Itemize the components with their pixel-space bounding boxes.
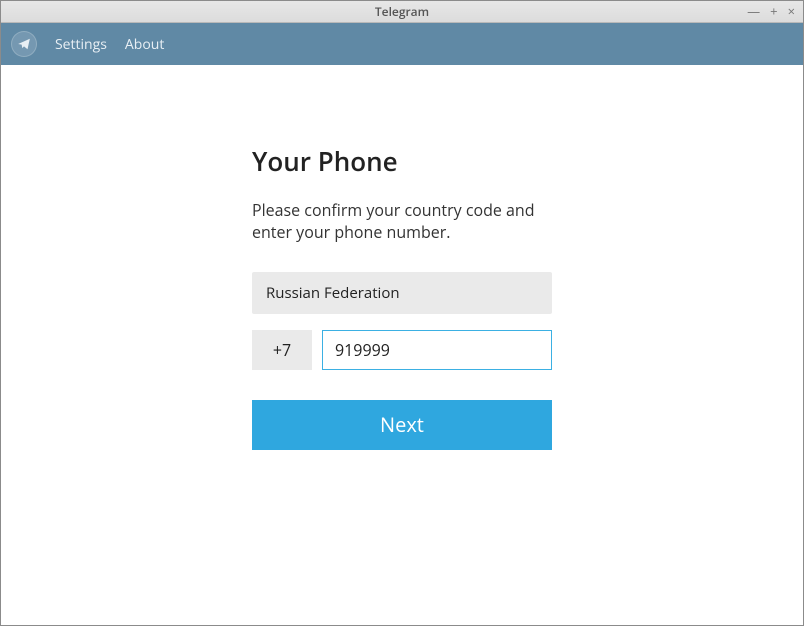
content-area: Your Phone Please confirm your country c… (1, 65, 803, 625)
country-code-input[interactable] (252, 330, 312, 370)
country-label: Russian Federation (266, 283, 400, 303)
next-button[interactable]: Next (252, 400, 552, 450)
app-window: Telegram — + × Settings About Your Phone… (0, 0, 804, 626)
page-instruction: Please confirm your country code and ent… (252, 199, 552, 244)
phone-row (252, 330, 552, 370)
menubar: Settings About (1, 23, 803, 65)
close-button[interactable]: × (788, 5, 795, 18)
telegram-icon (11, 31, 37, 57)
menu-about[interactable]: About (125, 35, 164, 54)
window-title: Telegram (1, 3, 803, 20)
minimize-button[interactable]: — (747, 5, 760, 18)
page-heading: Your Phone (252, 143, 552, 179)
titlebar[interactable]: Telegram — + × (1, 1, 803, 23)
menu-settings[interactable]: Settings (55, 35, 107, 54)
window-controls: — + × (747, 5, 795, 18)
phone-number-input[interactable] (322, 330, 552, 370)
country-selector[interactable]: Russian Federation (252, 272, 552, 314)
maximize-button[interactable]: + (770, 5, 777, 18)
login-panel: Your Phone Please confirm your country c… (252, 143, 552, 625)
